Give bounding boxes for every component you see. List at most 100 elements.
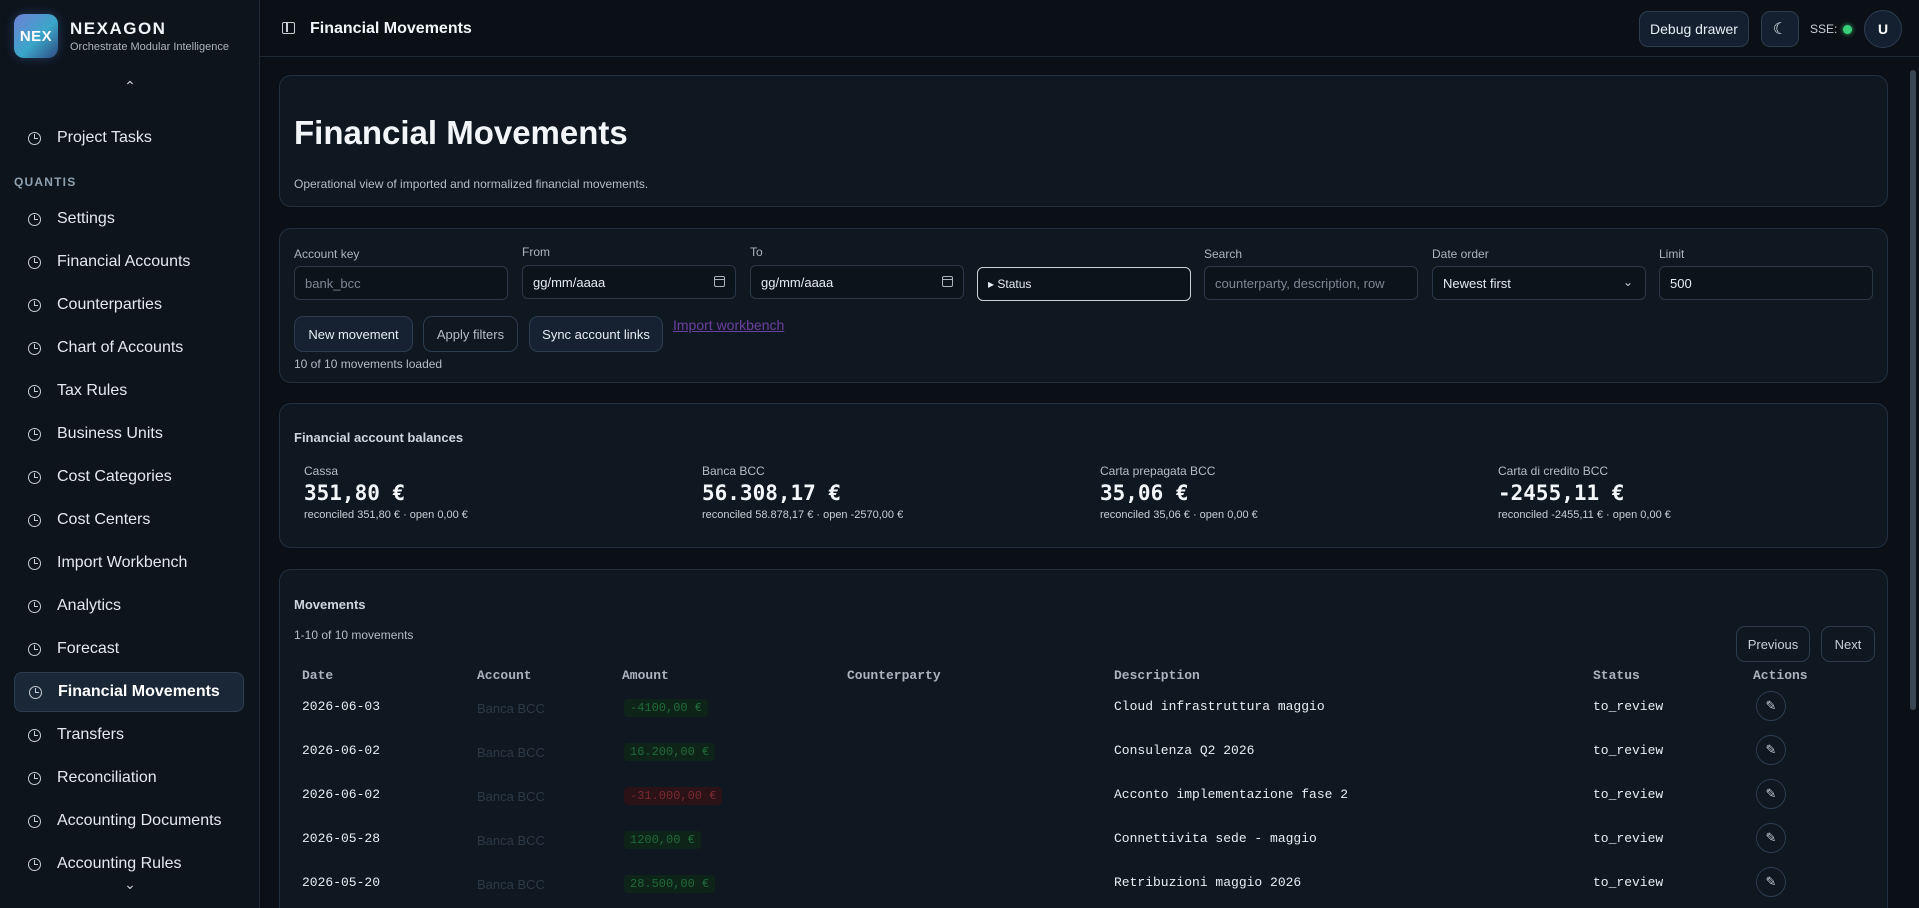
avatar[interactable]: U <box>1864 10 1902 48</box>
edit-movement-button[interactable]: ✎ <box>1756 823 1786 853</box>
balance-detail: reconciled -2455,11 € · open 0,00 € <box>1498 509 1671 521</box>
movement-amount: 16.200,00 € <box>624 743 716 761</box>
limit-input[interactable]: 500 <box>1659 266 1873 300</box>
moon-icon: ☾ <box>1772 21 1788 38</box>
debug-drawer-button[interactable]: Debug drawer <box>1639 11 1749 47</box>
sidebar-item-label: Transfers <box>57 726 124 743</box>
date-order-label: Date order <box>1432 247 1489 261</box>
sidebar-item-label: Settings <box>57 210 115 227</box>
chevron-down-icon[interactable]: ⌄ <box>122 876 138 892</box>
date-order-select[interactable]: Newest first ⌄ <box>1432 266 1646 300</box>
balance-item: Banca BCC 56.308,17 € reconciled 58.878,17… <box>702 464 903 521</box>
movement-status: to_review <box>1593 743 1664 758</box>
calendar-icon[interactable] <box>714 276 725 287</box>
limit-label: Limit <box>1659 247 1685 261</box>
page-subtitle: Operational view of imported and normali… <box>294 177 649 191</box>
previous-page-button[interactable]: Previous <box>1736 626 1810 662</box>
clock-icon <box>28 298 41 312</box>
from-date-input[interactable]: gg/mm/aaaa <box>522 265 736 299</box>
clock-icon <box>28 384 41 398</box>
sidebar-item-import-workbench[interactable]: Import Workbench <box>14 543 244 583</box>
column-header[interactable]: Amount <box>622 668 669 683</box>
status-filter-toggle[interactable]: ▸ Status <box>977 267 1191 301</box>
sidebar-item-analytics[interactable]: Analytics <box>14 586 244 626</box>
page-title: Financial Movements <box>294 114 628 151</box>
edit-movement-button[interactable]: ✎ <box>1756 735 1786 765</box>
search-label: Search <box>1204 247 1243 261</box>
edit-movement-button[interactable]: ✎ <box>1756 779 1786 809</box>
sidebar-item-label: Business Units <box>57 425 163 442</box>
account-key-input[interactable]: bank_bcc <box>294 266 508 300</box>
sidebar-item-cost-centers[interactable]: Cost Centers <box>14 500 244 540</box>
sidebar-item-project-tasks[interactable]: Project Tasks <box>14 118 244 158</box>
sidebar-item-accounting-documents[interactable]: Accounting Documents <box>14 801 244 841</box>
sidebar-item-label: Import Workbench <box>57 554 188 571</box>
sidebar-item-cost-categories[interactable]: Cost Categories <box>14 457 244 497</box>
sync-account-links-button[interactable]: Sync account links <box>529 316 663 352</box>
brand-logo: NEX <box>14 14 58 58</box>
to-date-input[interactable]: gg/mm/aaaa <box>750 265 964 299</box>
movement-amount: 28.500,00 € <box>624 875 716 893</box>
balance-account-name: Cassa <box>304 464 339 478</box>
sidebar-item-counterparties[interactable]: Counterparties <box>14 285 244 325</box>
column-header[interactable]: Description <box>1114 668 1200 683</box>
clock-icon <box>28 427 41 441</box>
sidebar-item-forecast[interactable]: Forecast <box>14 629 244 669</box>
apply-filters-button[interactable]: Apply filters <box>423 316 518 352</box>
clock-icon <box>28 341 41 355</box>
movement-status: to_review <box>1593 699 1664 714</box>
search-input[interactable]: counterparty, description, row <box>1204 266 1418 300</box>
clock-icon <box>28 771 41 785</box>
brand[interactable]: NEX NEXAGON Orchestrate Modular Intellig… <box>14 14 229 58</box>
clock-icon <box>28 470 41 484</box>
balance-detail: reconciled 35,06 € · open 0,00 € <box>1100 509 1258 521</box>
clock-icon <box>28 255 41 269</box>
sidebar-item-label: Project Tasks <box>57 129 152 146</box>
pencil-icon: ✎ <box>1765 786 1777 801</box>
pencil-icon: ✎ <box>1765 830 1777 845</box>
calendar-icon[interactable] <box>942 276 953 287</box>
clock-icon <box>28 131 41 145</box>
new-movement-button[interactable]: New movement <box>294 316 413 352</box>
sidebar-item-business-units[interactable]: Business Units <box>14 414 244 454</box>
movement-status: to_review <box>1593 875 1664 890</box>
column-header[interactable]: Date <box>302 668 333 683</box>
from-date-value: gg/mm/aaaa <box>533 274 606 290</box>
from-label: From <box>522 245 550 259</box>
sidebar-item-financial-accounts[interactable]: Financial Accounts <box>14 242 244 282</box>
movement-account: Banca BCC <box>477 833 545 848</box>
import-workbench-link[interactable]: Import workbench <box>673 317 784 333</box>
movement-amount: 1200,00 € <box>624 831 701 849</box>
sidebar-item-transfers[interactable]: Transfers <box>14 715 244 755</box>
theme-toggle-button[interactable]: ☾ <box>1761 11 1799 47</box>
movement-description: Acconto implementazione fase 2 <box>1114 787 1349 802</box>
chevron-down-icon: ⌄ <box>1622 275 1633 289</box>
column-header[interactable]: Account <box>477 668 532 683</box>
brand-text: NEXAGON Orchestrate Modular Intelligence <box>70 19 229 53</box>
scrollbar-thumb[interactable] <box>1910 70 1916 710</box>
movement-date: 2026-05-28 <box>302 831 381 846</box>
panel-toggle-icon[interactable] <box>282 22 295 34</box>
column-header[interactable]: Actions <box>1753 668 1808 683</box>
sidebar-item-settings[interactable]: Settings <box>14 199 244 239</box>
movement-description: Consulenza Q2 2026 <box>1114 743 1255 758</box>
balance-item: Cassa 351,80 € reconciled 351,80 € · open … <box>304 464 468 521</box>
pencil-icon: ✎ <box>1765 742 1777 757</box>
sidebar: NEX NEXAGON Orchestrate Modular Intellig… <box>0 0 260 908</box>
balance-item: Carta prepagata BCC 35,06 € reconciled 35,… <box>1100 464 1258 521</box>
column-header[interactable]: Counterparty <box>847 668 941 683</box>
balance-value: 56.308,17 € <box>702 481 842 505</box>
movement-description: Cloud infrastruttura maggio <box>1114 699 1325 714</box>
sidebar-item-reconciliation[interactable]: Reconciliation <box>14 758 244 798</box>
movement-amount: -4100,00 € <box>624 699 709 717</box>
sidebar-item-tax-rules[interactable]: Tax Rules <box>14 371 244 411</box>
sidebar-item-financial-movements[interactable]: Financial Movements <box>14 672 244 712</box>
column-header[interactable]: Status <box>1593 668 1640 683</box>
edit-movement-button[interactable]: ✎ <box>1756 691 1786 721</box>
edit-movement-button[interactable]: ✎ <box>1756 867 1786 897</box>
balance-value: 35,06 € <box>1100 481 1189 505</box>
chevron-up-icon[interactable]: ⌃ <box>122 78 138 94</box>
next-page-button[interactable]: Next <box>1821 626 1875 662</box>
pencil-icon: ✎ <box>1765 874 1777 889</box>
sidebar-item-chart-of-accounts[interactable]: Chart of Accounts <box>14 328 244 368</box>
